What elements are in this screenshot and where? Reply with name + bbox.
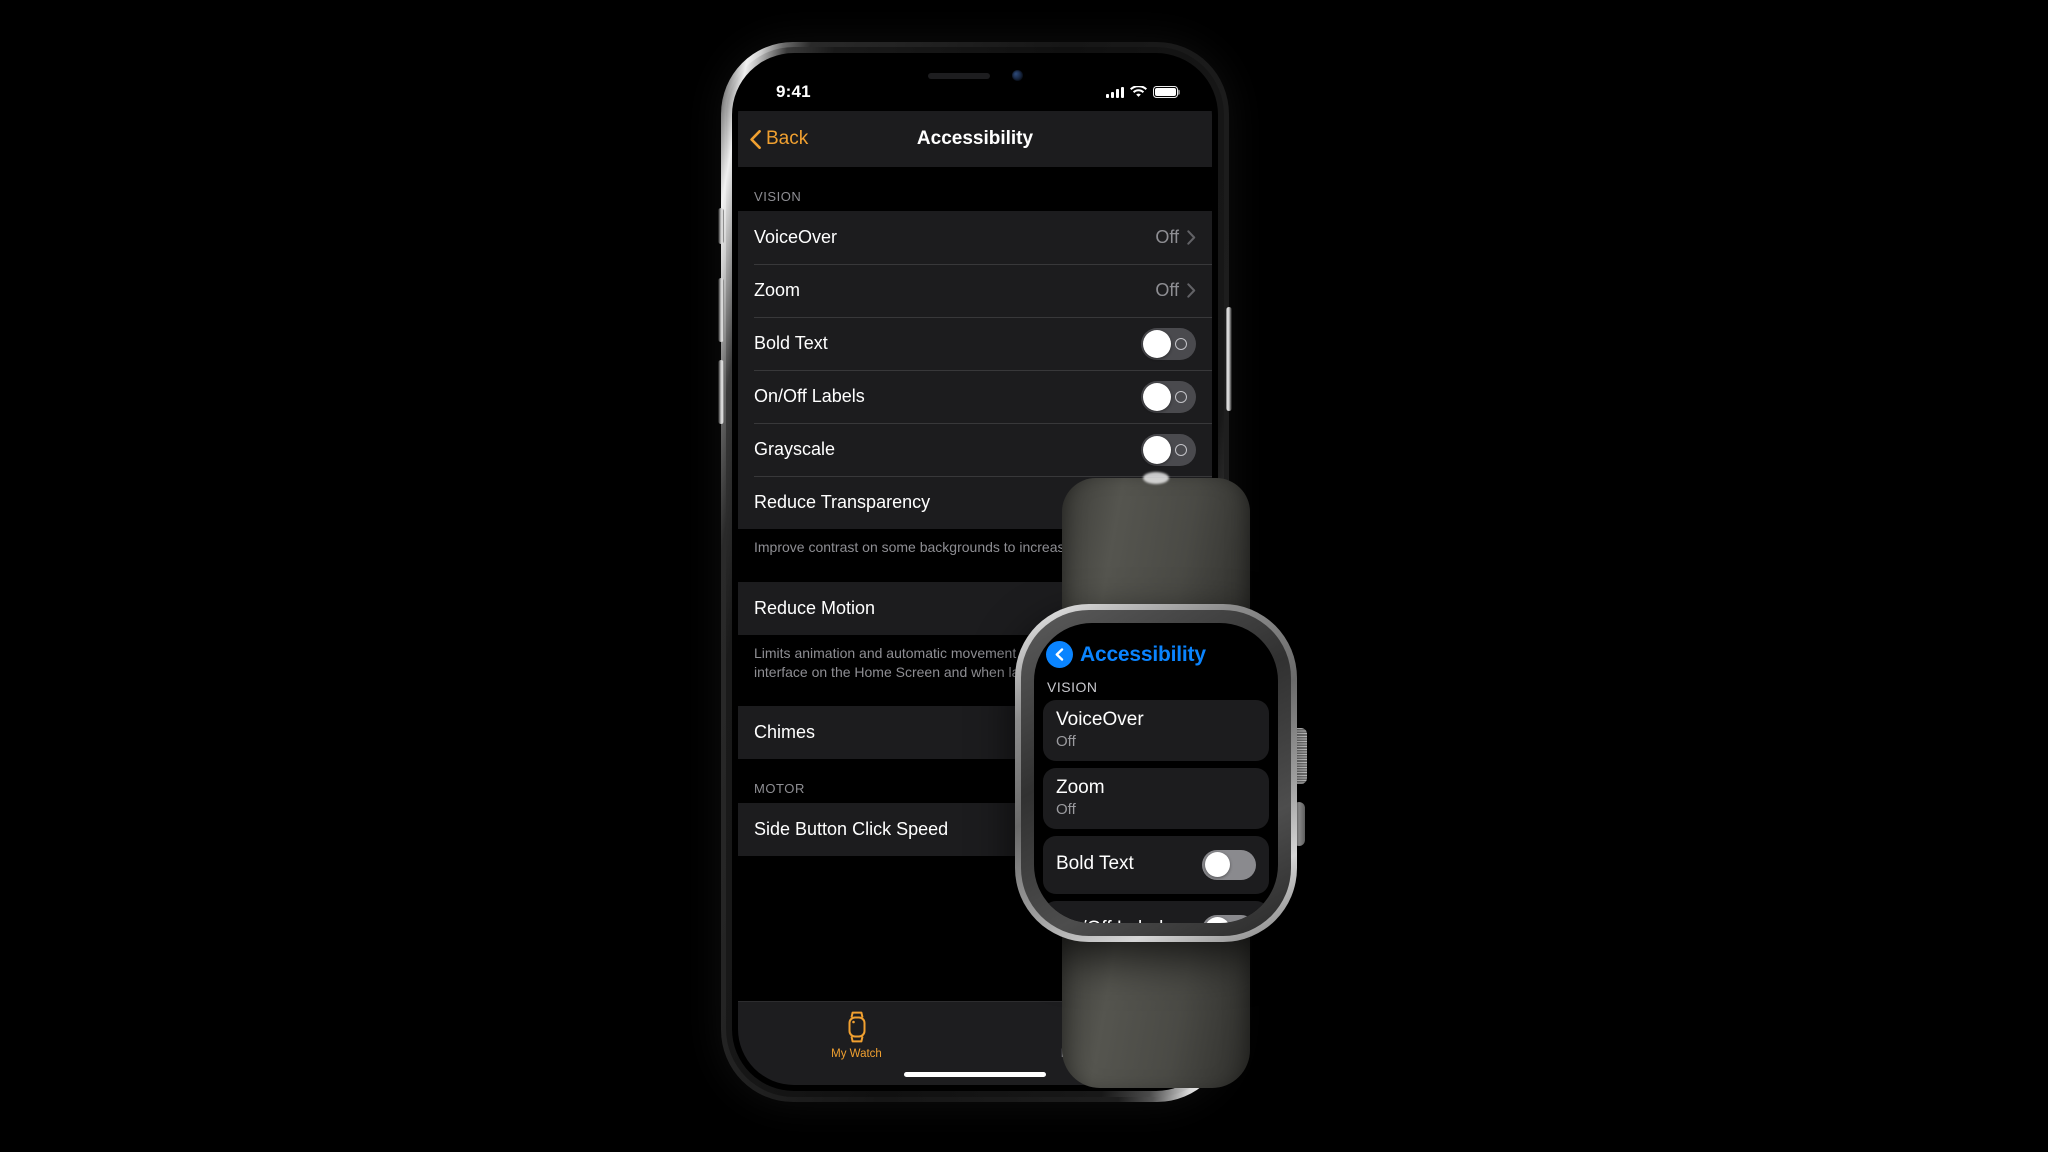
on-off-labels-toggle[interactable] — [1141, 380, 1196, 413]
watch-card-subtitle: Off — [1056, 800, 1076, 818]
status-bar-time: 9:41 — [776, 82, 811, 101]
toggle-knob — [1143, 329, 1171, 358]
navigation-bar: Back Accessibility — [738, 111, 1212, 167]
earpiece-speaker-icon — [927, 72, 990, 79]
apple-watch-device: Accessibility VISION VoiceOver Off Zoom … — [975, 478, 1337, 1088]
watch-card-zoom[interactable]: Zoom Off — [1043, 767, 1269, 829]
watch-card-subtitle: Off — [1056, 732, 1076, 750]
row-value: Off — [1155, 280, 1179, 300]
status-bar-indicators — [1106, 86, 1178, 98]
cellular-signal-icon — [1106, 86, 1124, 98]
watch-card-title: Zoom — [1056, 776, 1105, 798]
watch-page-title: Accessibility — [1080, 642, 1206, 666]
watch-card-voiceover[interactable]: VoiceOver Off — [1043, 700, 1269, 761]
watch-card-title: VoiceOver — [1056, 709, 1144, 730]
front-camera-icon — [1011, 70, 1023, 81]
watch-card-title: On/Off Labels — [1056, 918, 1173, 923]
row-label: On/Off Labels — [754, 386, 865, 406]
row-label: Grayscale — [754, 439, 836, 459]
row-label: Zoom — [754, 280, 801, 300]
chevron-right-icon — [1187, 283, 1196, 298]
row-label: VoiceOver — [754, 227, 838, 247]
row-grayscale[interactable]: Grayscale — [738, 423, 1212, 476]
grayscale-toggle[interactable] — [1141, 433, 1196, 466]
toggle-knob — [1204, 917, 1230, 923]
row-label: Reduce Motion — [754, 597, 876, 618]
row-label: Chimes — [754, 722, 816, 743]
row-on-off-labels[interactable]: On/Off Labels — [738, 370, 1212, 423]
back-button[interactable]: Back — [738, 128, 808, 150]
watch-card-title: Bold Text — [1056, 853, 1134, 875]
iphone-volume-up-button[interactable] — [718, 278, 724, 342]
toggle-knob — [1204, 852, 1230, 878]
row-label: Reduce Transparency — [754, 492, 931, 512]
watch-card-on-off-labels[interactable]: On/Off Labels — [1043, 900, 1269, 923]
row-zoom[interactable]: Zoom Off — [738, 264, 1212, 317]
row-label: Bold Text — [754, 333, 828, 353]
toggle-off-label-icon — [1175, 337, 1187, 350]
row-voiceover[interactable]: VoiceOver Off — [738, 211, 1212, 264]
chevron-left-icon — [750, 129, 761, 149]
back-button-label: Back — [766, 128, 809, 149]
page-title: Accessibility — [916, 128, 1034, 149]
row-label: Side Button Click Speed — [754, 819, 949, 840]
watch-on-off-labels-toggle[interactable] — [1202, 914, 1256, 923]
watch-navigation-bar: Accessibility — [1034, 623, 1278, 670]
toggle-knob — [1143, 382, 1171, 411]
bold-text-toggle[interactable] — [1141, 327, 1196, 360]
chevron-right-icon — [1187, 230, 1196, 245]
iphone-notch — [874, 59, 1076, 92]
watch-card-bold-text[interactable]: Bold Text — [1043, 835, 1269, 894]
watch-back-button[interactable] — [1046, 641, 1073, 668]
screenshot-stage: 9:41 Back Accessibility VISION VoiceOver… — [0, 0, 2048, 1152]
watch-outline-icon — [848, 1011, 865, 1043]
battery-icon — [1153, 86, 1178, 98]
iphone-volume-down-button[interactable] — [718, 360, 724, 424]
watch-case: Accessibility VISION VoiceOver Off Zoom … — [1015, 604, 1297, 942]
wifi-icon — [1130, 86, 1147, 97]
row-bold-text[interactable]: Bold Text — [738, 317, 1212, 370]
toggle-off-label-icon — [1175, 390, 1187, 403]
chevron-left-circle-icon — [1055, 648, 1064, 661]
row-value: Off — [1155, 227, 1179, 247]
watch-screen: Accessibility VISION VoiceOver Off Zoom … — [1034, 623, 1278, 923]
row-value-group: Off — [1155, 227, 1196, 248]
row-value-group: Off — [1155, 280, 1196, 301]
tab-label: My Watch — [831, 1048, 882, 1060]
iphone-side-button[interactable] — [1226, 307, 1232, 411]
toggle-knob — [1143, 435, 1171, 464]
section-header-vision: VISION — [754, 189, 802, 204]
watch-bold-text-toggle[interactable] — [1202, 849, 1256, 880]
watch-section-header-vision: VISION — [1047, 679, 1098, 695]
watch-case-inner: Accessibility VISION VoiceOver Off Zoom … — [1021, 610, 1291, 936]
toggle-off-label-icon — [1175, 443, 1187, 456]
iphone-mute-switch[interactable] — [718, 208, 724, 244]
